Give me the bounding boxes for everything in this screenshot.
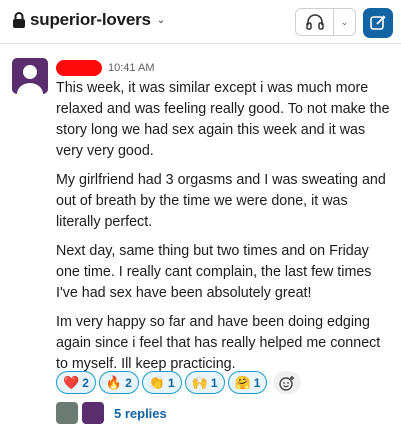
thread-summary[interactable]: 5 replies [56,402,167,424]
reaction-count: 1 [210,375,218,390]
reaction-clap[interactable]: 👏 1 [141,371,182,394]
reaction-fire[interactable]: 🔥 2 [98,371,139,394]
message-paragraph: This week, it was similar except i was m… [56,80,390,159]
message-header: 10:41 AM [56,60,154,76]
hugging-emoji: 🤗 [234,374,251,390]
message-paragraph: My girlfriend had 3 orgasms and I was sw… [56,172,386,230]
compose-button[interactable] [363,8,393,38]
reply-avatar [56,402,78,424]
reaction-raised-hands[interactable]: 🙌 1 [184,371,225,394]
message-paragraph: Next day, same thing but two times and o… [56,243,372,301]
message-paragraph: Im very happy so far and have been doing… [56,314,381,372]
message-body: This week, it was similar except i was m… [56,78,394,383]
huddle-control: ⌄ [295,8,356,36]
compose-icon [370,15,386,30]
avatar[interactable] [12,58,48,94]
replies-link[interactable]: 5 replies [114,406,167,421]
huddle-options-button[interactable]: ⌄ [334,9,355,35]
redacted-username [56,60,102,76]
reaction-count: 2 [82,375,89,390]
heart-emoji: ❤️ [63,374,80,390]
fire-emoji: 🔥 [105,374,123,390]
chevron-down-icon: ⌄ [156,14,166,26]
lock-icon [13,12,25,28]
headphones-icon [305,14,324,30]
clap-emoji: 👏 [148,374,165,390]
huddle-button[interactable] [296,9,334,35]
user-silhouette-icon [17,65,43,94]
reaction-count: 2 [125,375,132,390]
channel-name: superior-lovers [30,10,151,29]
reaction-count: 1 [167,375,175,390]
message-timestamp[interactable]: 10:41 AM [108,62,154,74]
add-reaction-button[interactable] [273,371,302,394]
reply-avatar [82,402,104,424]
add-emoji-icon [279,375,295,391]
channel-header: superior-lovers ⌄ ⌄ [0,0,401,44]
chevron-down-icon: ⌄ [340,16,349,27]
reaction-heart[interactable]: ❤️ 2 [56,371,96,394]
reaction-count: 1 [253,375,261,390]
reaction-hug[interactable]: 🤗 1 [227,371,268,394]
reaction-bar: ❤️ 2 🔥 2 👏 1 🙌 1 🤗 1 [56,371,302,394]
channel-name-button[interactable]: superior-lovers ⌄ [12,10,165,30]
raised-hands-emoji: 🙌 [191,374,208,390]
